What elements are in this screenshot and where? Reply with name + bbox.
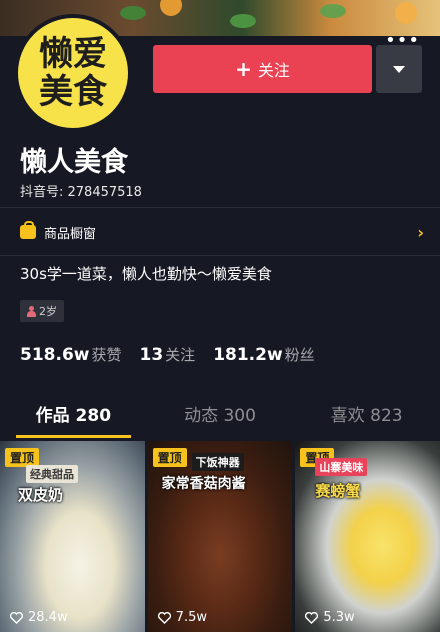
person-icon [27,305,36,317]
avatar[interactable]: 懒爱美食 [14,14,132,132]
stat-number: 13 [139,345,164,365]
bio-text: 30s学一道菜，懒人也勤快～懒爱美食 [20,265,272,283]
stat-following[interactable]: 13 关注 [140,344,196,365]
heart-icon [157,611,171,624]
stat-number: 518.6w [20,345,90,365]
follow-button[interactable]: + 关注 [153,45,372,93]
stat-label: 粉丝 [284,346,315,364]
age-tag: 2岁 [20,300,64,322]
divider [0,207,440,208]
heart-icon [305,611,319,624]
like-count: 7.5w [157,610,207,625]
nickname: 懒人美食 [20,147,128,178]
like-count: 28.4w [10,610,68,625]
tab-likes[interactable]: 喜欢 823 [293,396,440,438]
video-tag: 下饭神器 [191,453,244,471]
age-tag-label: 2岁 [39,305,57,318]
stat-followers[interactable]: 181.2w 粉丝 [213,344,315,365]
like-count-value: 5.3w [323,610,355,625]
heart-icon [10,611,23,624]
like-count: 5.3w [305,610,355,625]
profile-tabs: 作品 280 动态 300 喜欢 823 [0,396,440,438]
like-count-value: 7.5w [175,610,207,625]
triangle-down-icon [393,65,405,73]
like-count-value: 28.4w [28,610,68,625]
douyin-id: 抖音号: 278457518 [20,185,142,200]
video-tag: 山寨美味 [315,458,368,476]
follow-button-label: 关注 [257,61,290,80]
video-thumbnail[interactable]: 置顶 下饭神器 家常香菇肉酱 7.5w [147,441,293,632]
stat-likes[interactable]: 518.6w 获赞 [20,344,122,365]
stat-label: 获赞 [91,346,122,364]
pinned-badge: 置顶 [152,448,187,467]
video-thumbnail[interactable]: 置顶 经典甜品 双皮奶 28.4w [0,441,145,632]
shop-window-row[interactable]: 商品橱窗 › [20,218,424,246]
tab-moments[interactable]: 动态 300 [147,396,294,438]
video-title: 双皮奶 [18,486,64,504]
stat-number: 181.2w [213,345,283,365]
tab-works[interactable]: 作品 280 [0,396,147,438]
divider [0,255,440,256]
chevron-right-icon: › [417,222,424,242]
shop-window-label: 商品橱窗 [44,226,97,242]
recommend-dropdown-button[interactable] [376,45,422,93]
video-tag: 经典甜品 [26,465,78,483]
video-title: 赛螃蟹 [315,482,361,500]
shopping-bag-icon [20,221,36,239]
stats-row: 518.6w 获赞 13 关注 181.2w 粉丝 [20,344,333,365]
video-grid: 置顶 经典甜品 双皮奶 28.4w 置顶 下饭神器 家常香菇肉酱 7.5w 置顶… [0,441,440,632]
video-title: 家常香菇肉酱 [161,476,246,492]
avatar-logo-text: 懒爱美食 [39,34,107,112]
stat-label: 关注 [165,346,196,364]
plus-icon: + [235,57,252,81]
video-thumbnail[interactable]: 置顶 山寨美味 赛螃蟹 5.3w [295,441,440,632]
